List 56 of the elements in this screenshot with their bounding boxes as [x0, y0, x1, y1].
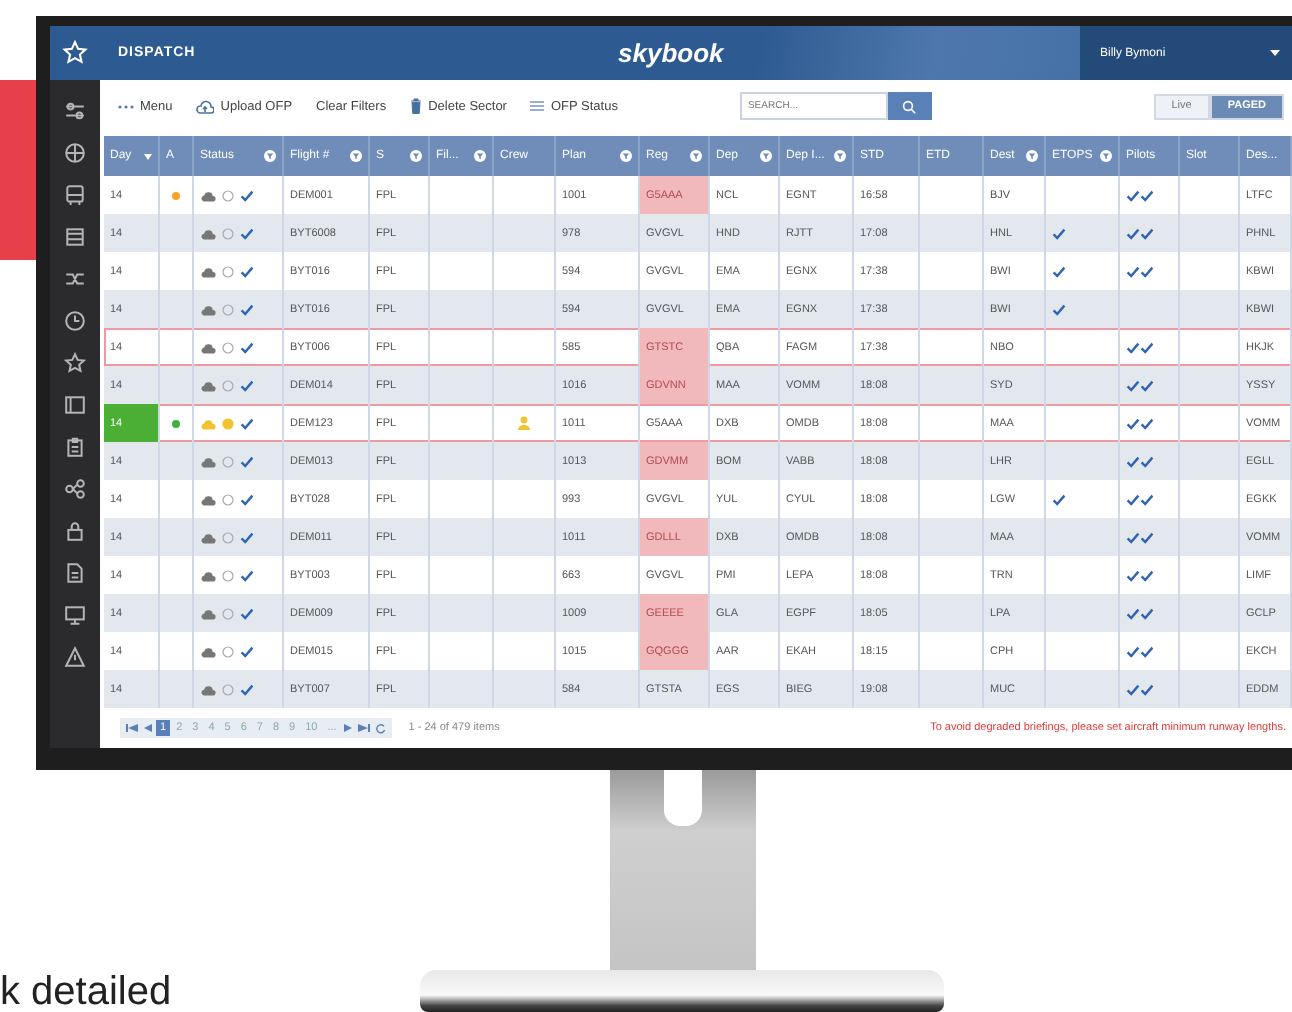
- monitor-icon[interactable]: [64, 604, 86, 626]
- first-page-button[interactable]: [124, 722, 140, 734]
- check-icon: [240, 379, 254, 391]
- filter-icon: [350, 150, 362, 162]
- check-icon: [240, 607, 254, 619]
- check-icon: [240, 227, 254, 239]
- more-icon: [118, 103, 134, 109]
- trash-icon: [410, 98, 423, 114]
- sort-caret-icon: [144, 153, 152, 159]
- star-icon[interactable]: [64, 352, 86, 374]
- first-page-icon: [126, 724, 138, 732]
- clipboard-icon[interactable]: [64, 436, 86, 458]
- check-icon: [240, 265, 254, 277]
- filter-icon: [264, 150, 276, 162]
- caret-icon: [1270, 50, 1280, 56]
- check-icon: [240, 493, 254, 505]
- search-button[interactable]: [887, 92, 932, 120]
- check-icon: [240, 189, 254, 201]
- filter-icon: [1100, 150, 1112, 162]
- check-icon: [240, 645, 254, 657]
- warning-icon[interactable]: [64, 646, 86, 668]
- filter-icon: [690, 150, 702, 162]
- check-icon: [240, 683, 254, 695]
- bus-icon[interactable]: [64, 184, 86, 206]
- check-icon: [240, 531, 254, 543]
- filter-icon: [474, 150, 486, 162]
- right-triangle-icon: [344, 724, 353, 732]
- network-icon[interactable]: [64, 478, 86, 500]
- sliders-icon[interactable]: [64, 100, 86, 122]
- filter-icon: [760, 150, 772, 162]
- shuffle-icon[interactable]: [64, 268, 86, 290]
- upload-icon: [196, 99, 215, 113]
- left-triangle-icon: [144, 724, 152, 732]
- check-icon: [240, 417, 254, 429]
- check-icon: [240, 455, 254, 467]
- filter-icon: [620, 150, 632, 162]
- globe-icon[interactable]: [64, 142, 86, 164]
- search-icon: [902, 99, 917, 113]
- caption-text: k detailed: [0, 972, 174, 1012]
- refresh-icon: [376, 723, 387, 733]
- check-icon: [240, 303, 254, 315]
- refresh-button[interactable]: [374, 721, 389, 735]
- list-icon: [530, 100, 545, 112]
- filter-icon: [410, 150, 422, 162]
- lock-icon[interactable]: [64, 520, 86, 542]
- previous-page-button[interactable]: [142, 722, 154, 734]
- star-logo-icon: [62, 40, 88, 66]
- check-icon: [240, 341, 254, 353]
- filter-icon: [1026, 150, 1038, 162]
- board-icon[interactable]: [64, 394, 86, 416]
- check-icon: [240, 569, 254, 581]
- document-icon[interactable]: [64, 562, 86, 584]
- filter-icon: [834, 150, 846, 162]
- brand-logo: skybook: [618, 38, 726, 68]
- last-page-icon: [358, 724, 371, 732]
- next-page-button[interactable]: [342, 722, 355, 734]
